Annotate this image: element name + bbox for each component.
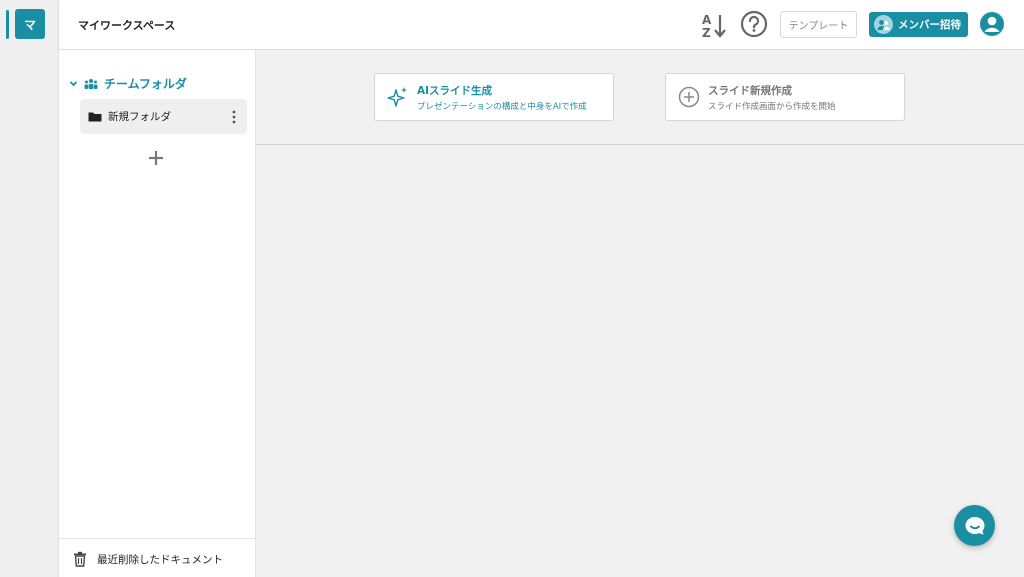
folder-item[interactable]: 新規フォルダ bbox=[80, 99, 247, 134]
active-indicator bbox=[6, 10, 9, 39]
ai-card-subtitle: プレゼンテーションの構成と中身をAIで作成 bbox=[417, 101, 587, 112]
team-folder-header[interactable]: チームフォルダ bbox=[69, 75, 187, 92]
svg-text:A: A bbox=[702, 13, 712, 27]
sort-az-icon[interactable]: A Z bbox=[701, 11, 727, 39]
sidebar-divider bbox=[59, 538, 255, 539]
workspace-avatar-button[interactable]: マ bbox=[15, 9, 45, 39]
folder-icon bbox=[88, 112, 102, 122]
trash-icon bbox=[74, 551, 86, 567]
recently-deleted-link[interactable]: 最近削除したドキュメント bbox=[73, 551, 223, 567]
chat-support-button[interactable] bbox=[954, 505, 995, 546]
folder-label: 新規フォルダ bbox=[108, 111, 171, 123]
more-vertical-icon[interactable] bbox=[229, 109, 239, 125]
sparkle-icon bbox=[387, 87, 407, 107]
team-folder-label: チームフォルダ bbox=[104, 77, 187, 91]
team-icon bbox=[84, 79, 98, 89]
trash-label: 最近削除したドキュメント bbox=[97, 553, 223, 566]
new-slide-card[interactable]: スライド新規作成 スライド作成画面から作成を開始 bbox=[665, 73, 905, 121]
svg-text:Z: Z bbox=[702, 26, 711, 39]
ai-card-title: AIスライド生成 bbox=[417, 84, 493, 97]
top-bar: マイワークスペース A Z テンプレート メンバー招待 bbox=[59, 0, 1024, 50]
invite-label: メンバー招待 bbox=[898, 19, 961, 31]
create-cards-area: AIスライド生成 プレゼンテーションの構成と中身をAIで作成 スライド新規作成 … bbox=[256, 50, 1024, 145]
ai-slide-generate-card[interactable]: AIスライド生成 プレゼンテーションの構成と中身をAIで作成 bbox=[374, 73, 614, 121]
members-icon bbox=[874, 15, 893, 34]
folder-sidebar: チームフォルダ 新規フォルダ 最近削除したドキュメント bbox=[59, 50, 256, 577]
invite-members-button[interactable]: メンバー招待 bbox=[869, 12, 968, 37]
workspace-rail: マ bbox=[0, 0, 59, 577]
help-icon[interactable] bbox=[740, 10, 768, 38]
chat-icon bbox=[965, 516, 984, 535]
workspace-title: マイワークスペース bbox=[78, 19, 176, 32]
new-card-title: スライド新規作成 bbox=[708, 84, 792, 97]
template-button[interactable]: テンプレート bbox=[780, 11, 857, 38]
user-avatar-icon[interactable] bbox=[979, 11, 1005, 37]
plus-circle-icon bbox=[678, 86, 700, 108]
chevron-down-icon bbox=[69, 81, 78, 87]
add-folder-plus-icon[interactable] bbox=[146, 148, 166, 168]
new-card-subtitle: スライド作成画面から作成を開始 bbox=[708, 101, 836, 112]
